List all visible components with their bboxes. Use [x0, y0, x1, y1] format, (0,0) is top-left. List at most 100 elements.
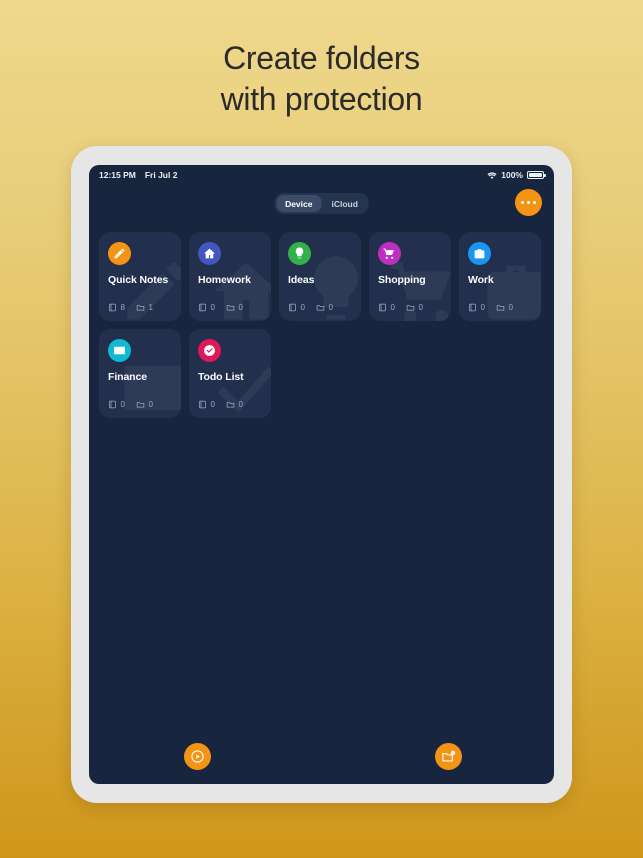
battery-icon [527, 171, 546, 179]
folder-icon-quick-notes [108, 242, 131, 265]
folder-title: Homework [198, 274, 251, 286]
folder-card-homework[interactable]: Homework 0 0 [189, 232, 271, 321]
folder-icon-todo-list [198, 339, 221, 362]
folder-icon-ideas [288, 242, 311, 265]
note-icon [109, 400, 116, 409]
folder-icon-work [468, 242, 491, 265]
folder-icon-homework [198, 242, 221, 265]
wifi-icon [487, 171, 497, 179]
folder-card-ideas[interactable]: Ideas 0 0 [279, 232, 361, 321]
subfolder-count-value: 0 [508, 303, 513, 312]
folder-icon [316, 305, 325, 311]
subfolder-count: 0 [226, 303, 243, 312]
battery-percentage: 100% [501, 170, 523, 180]
folder-stats: 0 0 [288, 303, 333, 312]
folder-title: Finance [108, 371, 147, 383]
folder-title: Work [468, 274, 494, 286]
note-count: 0 [108, 400, 125, 409]
page-title: Create folders with protection [0, 38, 643, 120]
folder-icon-shopping [378, 242, 401, 265]
note-count-value: 8 [120, 303, 125, 312]
subfolder-count-value: 1 [148, 303, 153, 312]
folder-icon [136, 402, 145, 408]
note-count: 0 [378, 303, 395, 312]
segment-icloud[interactable]: iCloud [322, 195, 366, 212]
folder-card-work[interactable]: Work 0 0 [459, 232, 541, 321]
headline-line-1: Create folders [223, 40, 420, 76]
subfolder-count: 1 [136, 303, 153, 312]
headline-line-2: with protection [220, 81, 423, 117]
more-horizontal-icon-dot [521, 200, 525, 205]
folder-stats: 0 0 [378, 303, 423, 312]
subfolder-count: 0 [406, 303, 423, 312]
folder-icon [406, 305, 415, 311]
folder-icon [226, 305, 235, 311]
folder-card-todo-list[interactable]: Todo List 0 0 [189, 329, 271, 418]
cart-icon [383, 248, 394, 259]
folder-icon-finance [108, 339, 131, 362]
more-horizontal-icon-dot [532, 200, 536, 205]
folder-stats: 0 0 [198, 400, 243, 409]
device-screen: 12:15 PM Fri Jul 2 100% Device iCloud Qu… [89, 165, 554, 784]
more-options-button[interactable] [515, 189, 542, 216]
note-icon [109, 303, 116, 312]
folder-title: Todo List [198, 371, 244, 383]
folder-stats: 0 0 [468, 303, 513, 312]
folder-grid: Quick Notes 8 1 Homework 0 0 Ideas 0 0 S… [99, 232, 554, 418]
note-count-value: 0 [480, 303, 485, 312]
segment-device[interactable]: Device [276, 195, 322, 212]
note-count-value: 0 [300, 303, 305, 312]
folder-icon [226, 402, 235, 408]
pencil-icon [114, 248, 125, 259]
folder-card-shopping[interactable]: Shopping 0 0 [369, 232, 451, 321]
toolbar: Device iCloud [89, 189, 554, 223]
subfolder-count: 0 [496, 303, 513, 312]
status-bar-time: 12:15 PM [99, 170, 136, 180]
check-circle-icon [204, 345, 215, 356]
subfolder-count-value: 0 [148, 400, 153, 409]
new-folder-button[interactable] [435, 743, 462, 770]
note-count: 0 [468, 303, 485, 312]
storage-source-segmented-control[interactable]: Device iCloud [274, 193, 369, 214]
note-count: 0 [198, 400, 215, 409]
note-icon [199, 400, 206, 409]
house-icon [204, 248, 215, 259]
status-bar-date: Fri Jul 2 [144, 170, 178, 180]
folder-card-quick-notes[interactable]: Quick Notes 8 1 [99, 232, 181, 321]
folder-stats: 8 1 [108, 303, 153, 312]
note-icon [469, 303, 476, 312]
record-button[interactable] [184, 743, 211, 770]
lightbulb-icon [295, 247, 304, 259]
note-count: 0 [288, 303, 305, 312]
folder-title: Shopping [378, 274, 426, 286]
folder-stats: 0 0 [108, 400, 153, 409]
note-count-value: 0 [210, 400, 215, 409]
subfolder-count-value: 0 [238, 303, 243, 312]
subfolder-count-value: 0 [418, 303, 423, 312]
note-count: 8 [108, 303, 125, 312]
status-bar: 12:15 PM Fri Jul 2 100% [89, 165, 554, 185]
folder-stats: 0 0 [198, 303, 243, 312]
note-count-value: 0 [120, 400, 125, 409]
subfolder-count-value: 0 [238, 400, 243, 409]
play-circle-icon [191, 750, 204, 763]
subfolder-count-value: 0 [328, 303, 333, 312]
folder-plus-icon [442, 750, 456, 762]
briefcase-icon [474, 249, 485, 259]
folder-icon [136, 305, 145, 311]
folder-card-finance[interactable]: Finance 0 0 [99, 329, 181, 418]
subfolder-count: 0 [316, 303, 333, 312]
note-icon [379, 303, 386, 312]
note-count-value: 0 [390, 303, 395, 312]
tablet-device-frame: 12:15 PM Fri Jul 2 100% Device iCloud Qu… [71, 146, 572, 803]
more-horizontal-icon-dot [526, 200, 531, 205]
folder-title: Quick Notes [108, 274, 169, 286]
folder-title: Ideas [288, 274, 315, 286]
subfolder-count: 0 [226, 400, 243, 409]
note-count-value: 0 [210, 303, 215, 312]
folder-icon [496, 305, 505, 311]
note-icon [199, 303, 206, 312]
creditcard-icon [114, 346, 125, 355]
note-icon [289, 303, 296, 312]
note-count: 0 [198, 303, 215, 312]
